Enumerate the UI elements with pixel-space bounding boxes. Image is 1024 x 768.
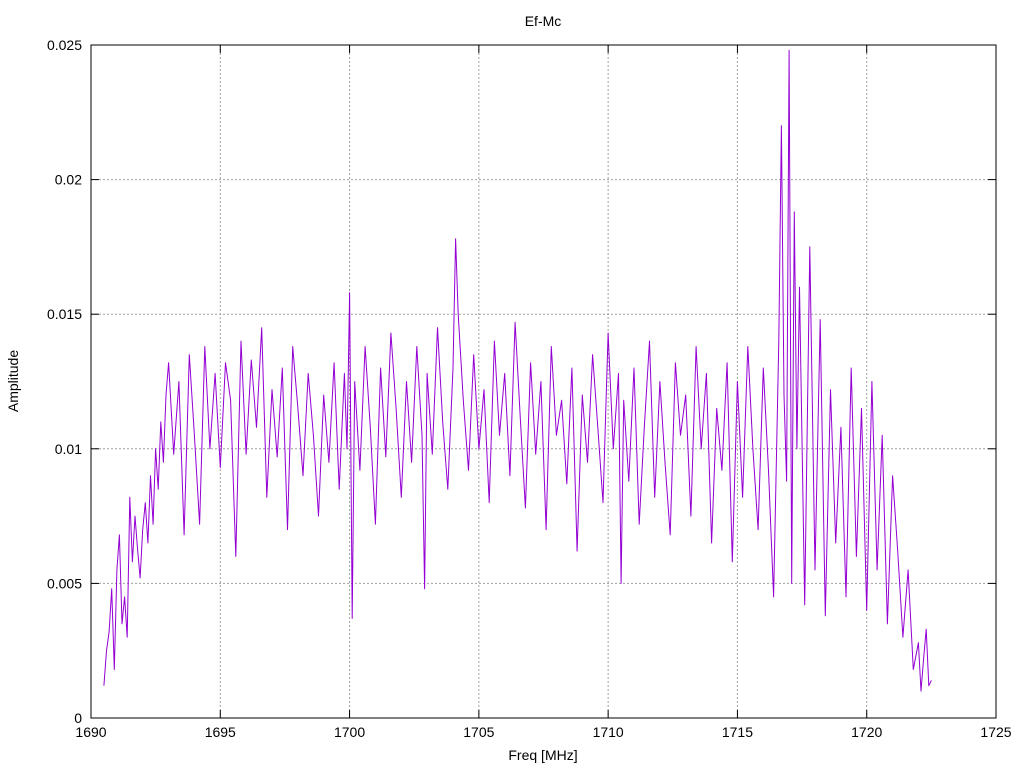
y-tick-label: 0: [74, 710, 82, 726]
line-chart: 1690 1695 1700 1705 1710 1715 1720 1725 0 0.005 0.…: [0, 0, 1024, 768]
x-tick-label: 1710: [593, 724, 624, 740]
x-tick-label: 1690: [75, 724, 106, 740]
y-tick-label: 0.02: [55, 172, 82, 188]
chart-background: [0, 0, 1024, 768]
y-tick-label: 0.005: [47, 575, 82, 591]
x-tick-label: 1715: [722, 724, 753, 740]
x-tick-label: 1725: [980, 724, 1011, 740]
y-tick-label: 0.01: [55, 441, 82, 457]
chart-title: Ef-Mc: [525, 13, 562, 29]
x-tick-label: 1705: [463, 724, 494, 740]
y-axis-label: Amplitude: [5, 350, 21, 412]
x-tick-label: 1720: [851, 724, 882, 740]
x-axis-label: Freq [MHz]: [508, 747, 577, 763]
y-tick-label: 0.025: [47, 37, 82, 53]
x-tick-label: 1695: [205, 724, 236, 740]
x-tick-label: 1700: [334, 724, 365, 740]
y-tick-label: 0.015: [47, 306, 82, 322]
